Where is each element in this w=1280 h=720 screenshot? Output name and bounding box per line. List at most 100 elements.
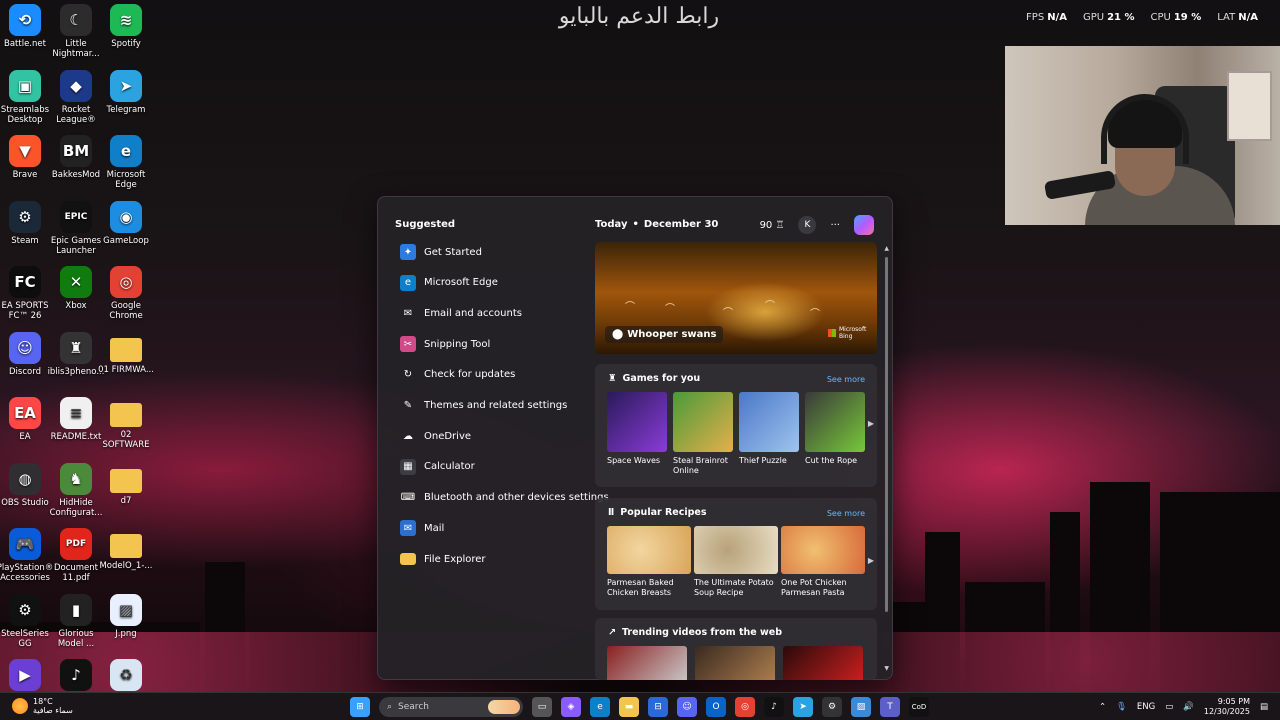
suggested-item[interactable]: ✉ Email and accounts — [400, 303, 522, 323]
desktop-icon[interactable]: ⟲ Battle.net — [0, 0, 54, 49]
call-of-duty-icon[interactable]: CoD — [909, 697, 929, 717]
desktop-icon-label: Discord — [9, 366, 41, 377]
desktop-icon[interactable]: ☺ Discord — [0, 328, 54, 377]
weather-widget[interactable]: 18°C سماء صافية — [12, 697, 73, 715]
game-tile[interactable]: Thief Puzzle — [739, 392, 799, 466]
game-title: Thief Puzzle — [739, 456, 787, 465]
photos-icon[interactable]: ▨ — [851, 697, 871, 717]
edge-icon[interactable]: e — [590, 697, 610, 717]
game-tile[interactable]: Space Waves — [607, 392, 667, 466]
desktop-icon[interactable]: ◎ Google Chrome — [97, 262, 155, 321]
chrome-icon[interactable]: ◎ — [735, 697, 755, 717]
suggested-item[interactable]: e Microsoft Edge — [400, 273, 498, 293]
game-tile[interactable]: Cut the Rope — [805, 392, 865, 466]
recipe-tile[interactable]: One Pot Chicken Parmesan Pasta — [781, 526, 865, 598]
microphone-icon[interactable]: 🎙 — [1116, 702, 1127, 712]
desktop-icon[interactable]: ◉ GameLoop — [97, 197, 155, 246]
performance-stats: FPS N/A GPU 21 % CPU 19 % LAT N/A — [1026, 12, 1258, 23]
recipes-next-arrow[interactable]: ▶ — [868, 556, 874, 565]
suggested-item[interactable]: ⌨ Bluetooth and other devices settings — [400, 488, 609, 508]
desktop-icon[interactable]: e Microsoft Edge — [97, 131, 155, 190]
windows-start-icon[interactable]: ⊞ — [350, 697, 370, 717]
scroll-down-arrow[interactable]: ▼ — [884, 665, 889, 672]
video-thumbnail[interactable] — [783, 646, 863, 680]
desktop-icon[interactable]: 01 FIRMWA... — [97, 328, 155, 375]
taskbar-search[interactable]: ⌕ Search — [379, 697, 523, 717]
notifications-icon[interactable]: ▤ — [1260, 702, 1268, 712]
recipe-tile[interactable]: The Ultimate Potato Soup Recipe — [694, 526, 778, 598]
recipes-see-more-link[interactable]: See more — [827, 509, 865, 518]
suggested-item[interactable]: ✦ Get Started — [400, 242, 482, 262]
desktop-icon[interactable]: ModelO_1-... — [97, 524, 155, 571]
suggested-item-label: Email and accounts — [424, 307, 522, 319]
outlook-icon[interactable]: O — [706, 697, 726, 717]
desktop-icon[interactable]: ⚙ Steam — [0, 197, 54, 246]
copilot-icon[interactable]: ◈ — [561, 697, 581, 717]
onedrive-icon: ☁ — [403, 430, 413, 442]
network-icon[interactable]: ▭ — [1165, 702, 1173, 712]
recipe-tile[interactable]: Parmesan Baked Chicken Breasts — [607, 526, 691, 598]
little-nightmares-icon: ☾ — [60, 4, 92, 36]
clock[interactable]: 9:05 PM 12/30/2025 — [1204, 697, 1250, 717]
desktop-icon[interactable]: 🎮 PlayStation® Accessories — [0, 524, 54, 583]
games-next-arrow[interactable]: ▶ — [868, 419, 874, 428]
iblis-icon: ♜ — [60, 331, 92, 364]
scrollbar[interactable] — [885, 257, 888, 612]
video-thumbnail[interactable] — [695, 646, 775, 680]
games-see-more-link[interactable]: See more — [827, 375, 865, 384]
hero-image-card[interactable]: ⌒ ⌒ ⌒ ⌒ ⌒ ⬤ Whooper swans Microsoft Bing — [595, 242, 877, 354]
desktop-icon[interactable]: ♻ — [97, 655, 155, 694]
telegram-icon: ➤ — [110, 69, 142, 102]
suggested-item[interactable]: ↻ Check for updates — [400, 365, 516, 385]
copilot-icon[interactable] — [854, 215, 874, 235]
language-indicator[interactable]: ENG — [1137, 702, 1155, 712]
volume-icon[interactable]: 🔊 — [1183, 702, 1194, 712]
tiktok-icon[interactable]: ♪ — [764, 697, 784, 717]
desktop-icon-label: Steam — [11, 235, 39, 246]
hero-caption[interactable]: ⬤ Whooper swans — [605, 326, 724, 343]
suggested-item[interactable]: ✉ Mail — [400, 518, 444, 538]
desktop-icon[interactable]: ▣ Streamlabs Desktop — [0, 66, 54, 125]
desktop-icon[interactable]: ◍ OBS Studio — [0, 459, 54, 508]
desktop-icon[interactable]: FC EA SPORTS FC™ 26 — [0, 262, 54, 321]
discord-icon[interactable]: ☺ — [677, 697, 697, 717]
desktop-icon[interactable]: 02 SOFTWARE — [97, 393, 155, 450]
recipe-title: The Ultimate Potato Soup Recipe — [694, 578, 774, 597]
video-thumbnail[interactable] — [607, 646, 687, 680]
task-view-icon[interactable]: ▭ — [532, 697, 552, 717]
desktop-icon[interactable]: ➤ Telegram — [97, 66, 155, 115]
chevron-up-icon[interactable]: ⌃ — [1099, 702, 1106, 712]
steelseries-icon[interactable]: ⚙ — [822, 697, 842, 717]
fork-knife-icon: Ⅱ — [608, 507, 615, 518]
desktop-icon-label: SteelSeries GG — [1, 628, 49, 649]
suggested-item[interactable]: ☁ OneDrive — [400, 426, 471, 446]
more-options-button[interactable]: ··· — [830, 220, 840, 231]
telegram-icon[interactable]: ➤ — [793, 697, 813, 717]
rewards-points[interactable]: 90 ♖ — [760, 220, 785, 231]
desktop-icon[interactable]: ≋ Spotify — [97, 0, 155, 49]
scroll-up-arrow[interactable]: ▲ — [884, 245, 889, 252]
desktop-icon[interactable]: ⚙ SteelSeries GG — [0, 590, 54, 649]
taskbar-apps: ⊞ ⌕ Search ▭ ◈ e ▬ ⊟ ☺ O ◎ ♪ ➤ ⚙ ▨ T CoD — [350, 697, 929, 717]
suggested-item[interactable]: ✂ Snipping Tool — [400, 334, 490, 354]
game-title: Space Waves — [607, 456, 661, 465]
desktop-icon[interactable]: ▼ Brave — [0, 131, 54, 180]
suggested-item[interactable]: File Explorer — [400, 549, 486, 569]
taskbar: 18°C سماء صافية ⊞ ⌕ Search ▭ ◈ e ▬ ⊟ ☺ O ◎ ♪ ➤ ⚙ ▨ T CoD… — [0, 692, 1280, 720]
store-icon[interactable]: ⊟ — [648, 697, 668, 717]
desktop-icon[interactable]: EA EA — [0, 393, 54, 442]
suggested-item[interactable]: ✎ Themes and related settings — [400, 396, 568, 416]
avatar[interactable]: K — [798, 216, 817, 234]
suggested-item[interactable]: ▦ Calculator — [400, 457, 475, 477]
file-explorer-icon[interactable]: ▬ — [619, 697, 639, 717]
desktop-icon[interactable]: ▨ J.png — [97, 590, 155, 639]
battlenet-icon: ⟲ — [9, 4, 41, 36]
ea-fc-icon: FC — [9, 266, 41, 298]
desktop-icon-label: Battle.net — [4, 39, 46, 49]
desktop-icon[interactable]: ▶ — [0, 655, 54, 694]
teams-icon[interactable]: T — [880, 697, 900, 717]
desktop-icon[interactable]: d7 — [97, 459, 155, 506]
game-tile[interactable]: Steal Brainrot Online — [673, 392, 733, 476]
glorious-icon: ▮ — [60, 593, 92, 626]
game-title: Cut the Rope — [805, 456, 858, 465]
